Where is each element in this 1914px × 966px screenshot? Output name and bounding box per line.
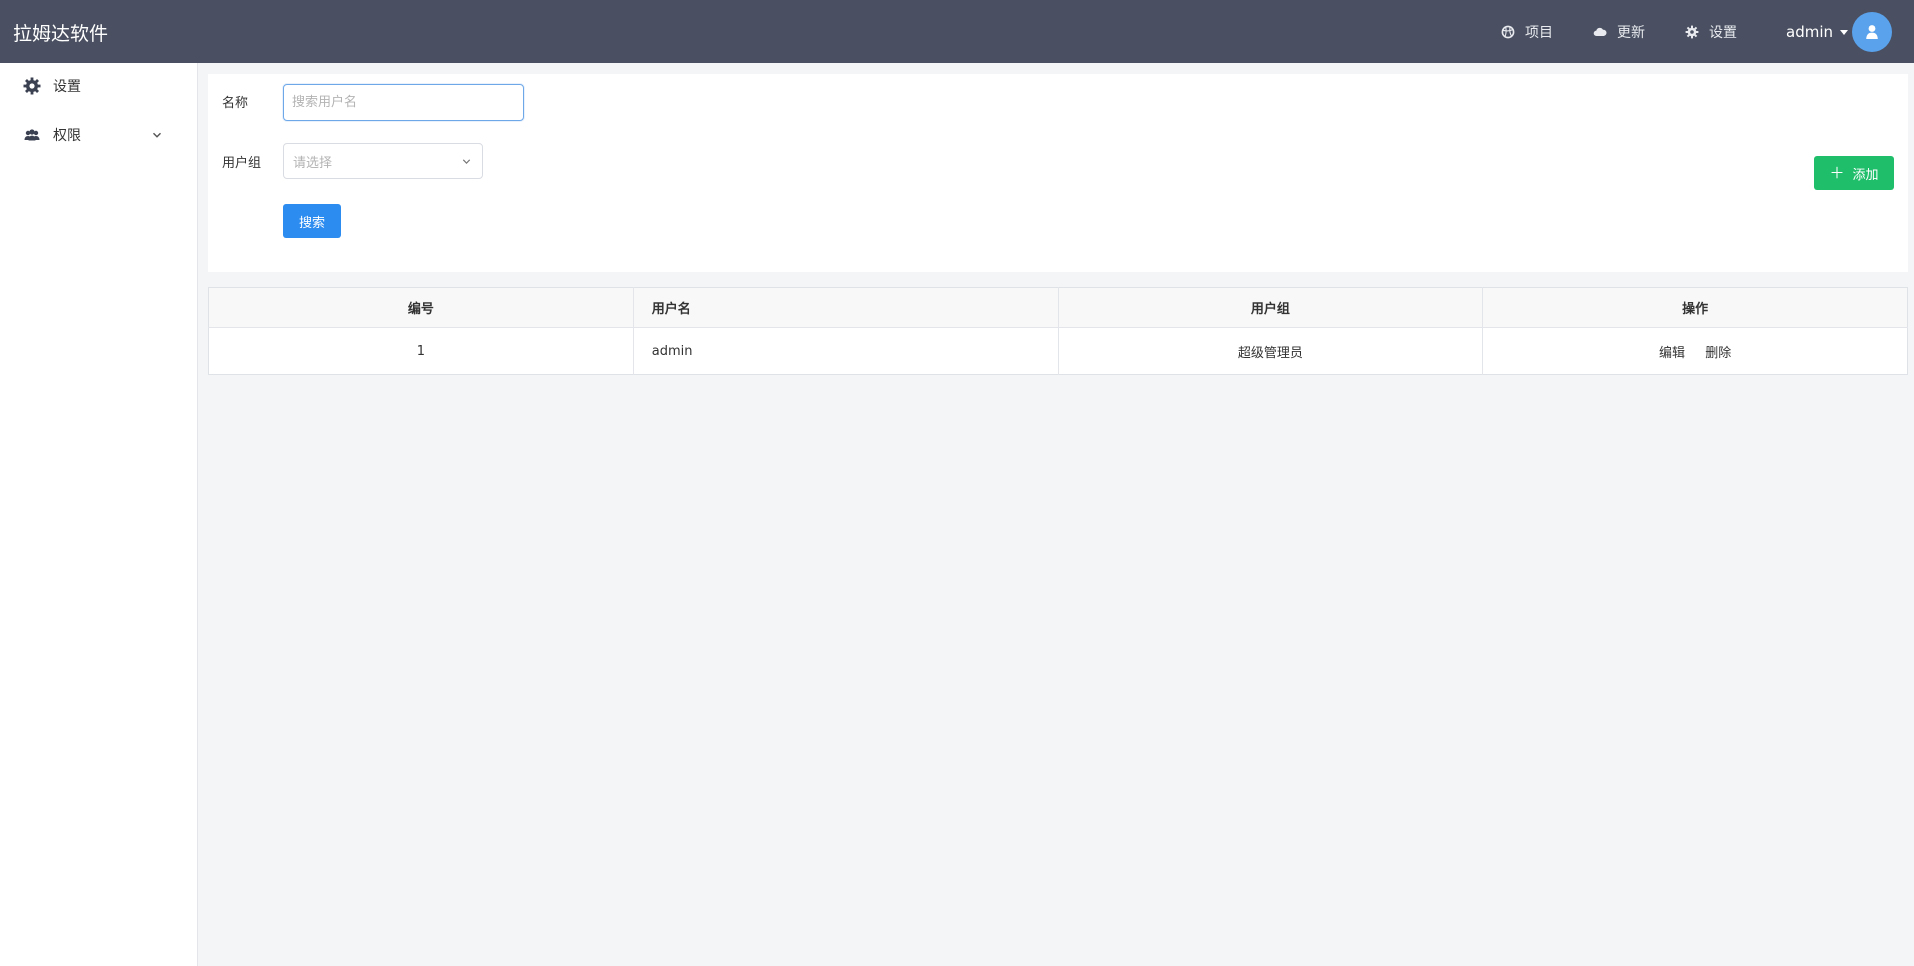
user-icon: [1866, 25, 1878, 39]
table-header-row: 编号 用户名 用户组 操作: [208, 287, 1908, 328]
cell-actions: 编辑 删除: [1483, 328, 1908, 375]
nav-label: 设置: [1709, 24, 1737, 41]
gear-icon: [23, 77, 41, 95]
nav-item-projects[interactable]: 项目: [1501, 0, 1553, 63]
search-button[interactable]: 搜索: [283, 204, 341, 238]
nav-label: 项目: [1525, 24, 1553, 41]
add-button-label: 添加: [1852, 167, 1879, 183]
chevron-down-icon: [461, 156, 472, 171]
top-header: 拉姆达软件 项目 更新 设置 admin: [0, 0, 1914, 63]
select-placeholder: 请选择: [293, 155, 333, 171]
chevron-down-icon: [151, 129, 163, 145]
brand-title[interactable]: 拉姆达软件: [13, 19, 108, 46]
gear-icon: [1685, 25, 1699, 39]
avatar[interactable]: [1852, 12, 1892, 52]
username-label: admin: [1786, 22, 1833, 41]
sidebar-item-label: 设置: [53, 79, 81, 95]
column-header-actions: 操作: [1482, 287, 1908, 328]
sidebar-item-label: 权限: [53, 128, 81, 144]
nav-item-updates[interactable]: 更新: [1593, 0, 1645, 63]
user-group-label: 用户组: [222, 156, 262, 171]
plus-icon: ＋: [1829, 163, 1845, 182]
name-label: 名称: [222, 96, 249, 111]
users-table: 编号 用户名 用户组 操作 1 admin 超级管理员 编辑 删除: [208, 287, 1908, 375]
column-header-username[interactable]: 用户名: [633, 287, 1059, 328]
edit-link[interactable]: 编辑: [1659, 346, 1685, 361]
column-header-id[interactable]: 编号: [208, 287, 634, 328]
table-row: 1 admin 超级管理员 编辑 删除: [208, 327, 1908, 375]
cell-username: admin: [633, 327, 1059, 375]
column-header-group[interactable]: 用户组: [1058, 287, 1484, 328]
user-dropdown[interactable]: admin: [1786, 0, 1848, 63]
cloud-icon: [1593, 25, 1607, 39]
user-group-select[interactable]: 请选择: [283, 143, 483, 179]
sidebar: 设置 权限: [0, 63, 198, 966]
sidebar-item-settings[interactable]: 设置: [0, 64, 197, 108]
users-icon: [23, 126, 41, 144]
search-input[interactable]: [283, 84, 524, 121]
cell-group: 超级管理员: [1058, 327, 1484, 375]
dribbble-icon: [1501, 25, 1515, 39]
search-panel: 名称 用户组 请选择 搜索 ＋ 添加: [208, 74, 1908, 272]
caret-down-icon: [1840, 30, 1848, 35]
add-button[interactable]: ＋ 添加: [1814, 156, 1894, 190]
nav-label: 更新: [1617, 24, 1645, 41]
nav-item-settings[interactable]: 设置: [1685, 0, 1737, 63]
delete-link[interactable]: 删除: [1705, 346, 1731, 361]
sidebar-item-permissions[interactable]: 权限: [0, 113, 197, 157]
cell-id: 1: [208, 327, 634, 375]
